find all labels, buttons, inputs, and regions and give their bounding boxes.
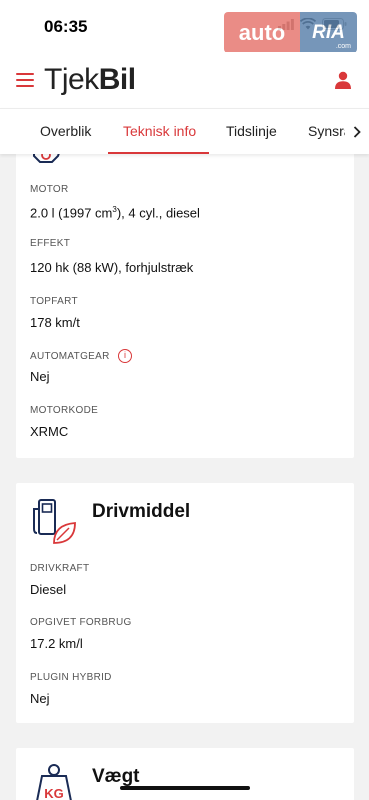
field-label-plugin-hybrid: PLUGIN HYBRID (30, 672, 112, 683)
field-label-opgivet-forbrug: OPGIVET FORBRUG (30, 617, 132, 628)
active-tab-indicator (108, 152, 209, 154)
fuel-card: Drivmiddel DRIVKRAFT Diesel OPGIVET FORB… (16, 483, 354, 723)
user-icon[interactable] (334, 71, 352, 89)
watermark-ria-text: RIA (312, 21, 345, 43)
chevron-right-icon (353, 126, 361, 138)
field-value-effekt: 120 hk (88 kW), forhjulstræk (30, 260, 194, 275)
home-indicator[interactable] (120, 786, 250, 790)
tab-overblik[interactable]: Overblik (40, 109, 91, 154)
field-value-automatgear: Nej (30, 369, 50, 384)
logo-bold: Bil (98, 63, 136, 96)
menu-icon[interactable] (16, 73, 34, 87)
field-label-drivkraft: DRIVKRAFT (30, 563, 90, 574)
field-label-motor: MOTOR (30, 184, 69, 195)
card-title-vaegt: Vægt (92, 766, 140, 787)
field-label-automatgear: AUTOMATGEAR (30, 351, 110, 362)
fuel-pump-leaf-icon (33, 499, 76, 544)
watermark-auto: auto (224, 12, 300, 53)
app-header: TjekBil (0, 52, 369, 108)
field-value-motorkode: XRMC (30, 424, 69, 439)
card-title-drivmiddel: Drivmiddel (92, 501, 191, 522)
field-label-effekt: EFFEKT (30, 238, 71, 249)
field-value-motor: 2.0 l (1997 cm3), 4 cyl., diesel (30, 205, 200, 221)
status-time: 06:35 (44, 17, 88, 36)
field-value-plugin-hybrid: Nej (30, 691, 50, 706)
status-bar: 06:35 auto RIA .com (0, 0, 369, 53)
field-value-topfart: 178 km/t (30, 315, 80, 330)
kg-weight-icon: KG (36, 764, 72, 800)
weight-card: KG Vægt (16, 748, 354, 800)
info-icon[interactable]: i (118, 349, 132, 363)
tab-teknisk-info[interactable]: Teknisk info (123, 109, 196, 154)
logo-light: Tjek (44, 63, 99, 96)
watermark-ria: RIA .com (300, 12, 357, 53)
kg-icon-label: KG (44, 786, 64, 800)
tab-tidslinje[interactable]: Tidslinje (226, 109, 277, 154)
tab-scroll-right[interactable] (345, 109, 369, 154)
field-label-motorkode: MOTORKODE (30, 405, 99, 416)
engine-card: MOTOR 2.0 l (1997 cm3), 4 cyl., diesel E… (16, 120, 354, 458)
app-logo[interactable]: TjekBil (44, 63, 136, 97)
field-label-topfart: TOPFART (30, 296, 78, 307)
watermark-ria-domain: .com (335, 43, 351, 50)
field-value-opgivet-forbrug: 17.2 km/l (30, 636, 83, 651)
tab-bar: Overblik Teknisk info Tidslinje Synsra (0, 108, 369, 154)
field-value-drivkraft: Diesel (30, 582, 67, 597)
